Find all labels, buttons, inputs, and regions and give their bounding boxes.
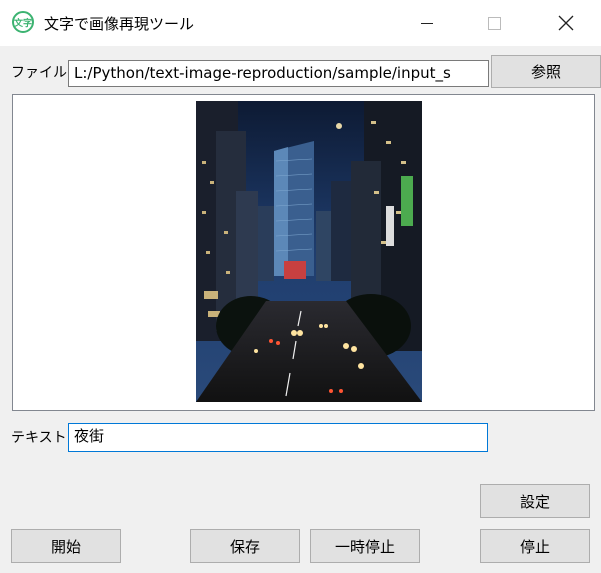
settings-button[interactable]: 設定 [480,484,590,518]
save-button[interactable]: 保存 [190,529,300,563]
city-night-street-photo [196,101,422,402]
text-label: テキスト [11,430,67,446]
window-title: 文字で画像再現ツール [44,15,195,33]
app-icon: 文字 [12,11,34,33]
maximize-icon [487,16,501,30]
pause-button[interactable]: 一時停止 [310,529,420,563]
stop-button[interactable]: 停止 [480,529,590,563]
close-button[interactable] [543,0,589,46]
title-bar: 文字 文字で画像再現ツール [0,0,601,46]
minimize-icon [421,22,433,24]
maximize-button[interactable] [471,0,517,46]
text-input[interactable]: 夜街 [68,423,488,452]
file-label: ファイル [11,65,67,81]
minimize-button[interactable] [404,0,450,46]
close-icon [558,15,574,31]
file-path-input[interactable]: L:/Python/text-image-reproduction/sample… [68,60,489,87]
start-button[interactable]: 開始 [11,529,121,563]
browse-button[interactable]: 参照 [491,55,601,88]
image-preview-panel [12,94,595,411]
